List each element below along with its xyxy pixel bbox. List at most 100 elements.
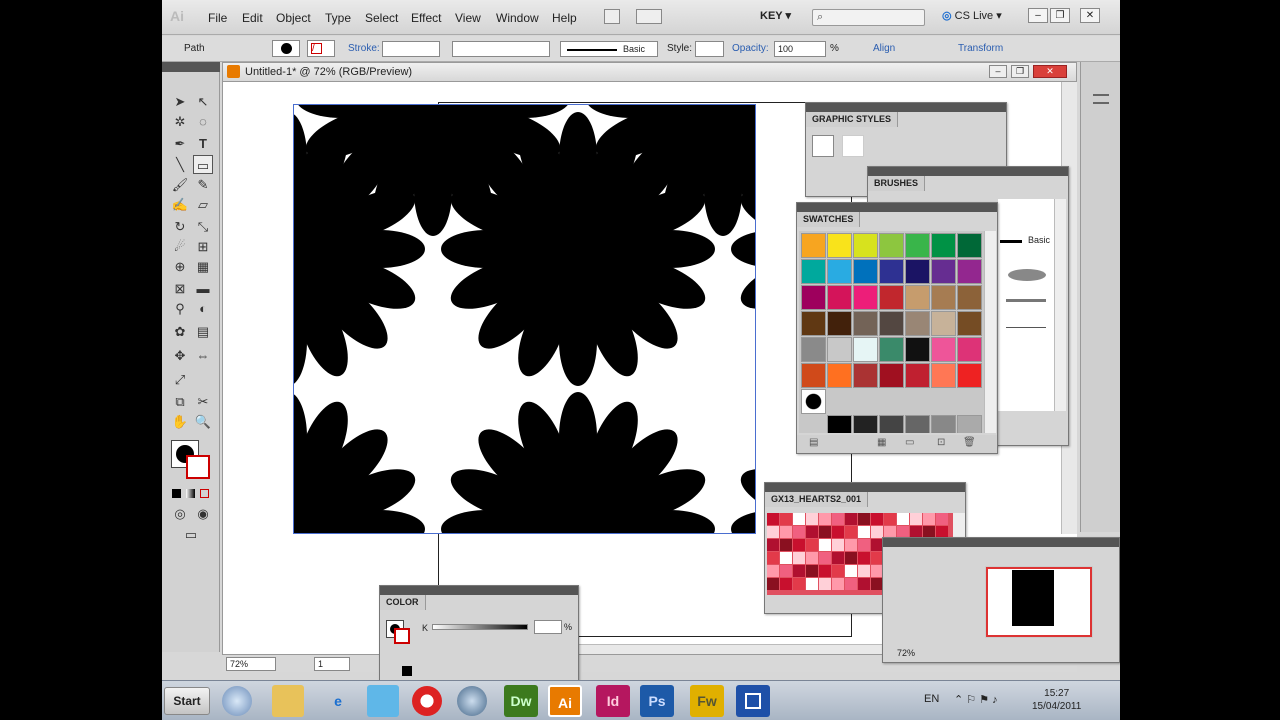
swatch[interactable] [905,285,930,310]
view-box[interactable] [986,567,1092,637]
tray-icons[interactable]: ⌃ ⚐ ⚑ ♪ [954,693,998,706]
heart-pattern-swatch[interactable] [832,513,844,525]
heart-pattern-swatch[interactable] [832,552,844,564]
gray-swatch[interactable] [853,415,878,433]
graph-tool-icon[interactable]: ▤ [193,322,213,341]
pattern-swatch[interactable] [801,337,826,362]
heart-pattern-swatch[interactable] [858,552,870,564]
heart-pattern-swatch[interactable] [767,578,779,590]
heart-pattern-swatch[interactable] [910,513,922,525]
pattern-swatch[interactable] [853,363,878,388]
heart-pattern-swatch[interactable] [871,513,883,525]
width-tool-icon[interactable]: ⤢ [170,370,190,389]
acrobat-icon[interactable] [412,686,442,716]
menu-object[interactable]: Object [276,11,311,25]
navigator-zoom[interactable]: 72% [897,648,915,658]
hearts-library-tab[interactable]: GX13_HEARTS2_001 [765,492,869,507]
swatch[interactable] [957,233,982,258]
brushes-tab[interactable]: BRUSHES [868,176,926,191]
pattern-swatch[interactable] [879,363,904,388]
swatch-grid[interactable] [799,231,984,433]
graphic-styles-tab[interactable]: GRAPHIC STYLES [806,112,899,127]
swatch[interactable] [957,285,982,310]
lasso-icon[interactable]: ◌ [193,112,213,131]
heart-pattern-swatch[interactable] [767,565,779,577]
heart-pattern-swatch[interactable] [832,565,844,577]
heart-pattern-swatch[interactable] [819,578,831,590]
swatch-libraries-icon[interactable]: ▤ [809,437,818,448]
heart-pattern-swatch[interactable] [793,552,805,564]
pattern-swatch[interactable] [957,363,982,388]
swatch[interactable] [905,259,930,284]
heart-pattern-swatch[interactable] [832,539,844,551]
swatch[interactable] [931,311,956,336]
k-value-field[interactable] [534,620,562,634]
rectangle-tool-icon[interactable]: ▭ [193,155,213,174]
color-stroke-swatch[interactable] [394,628,410,644]
brush-list[interactable]: Basic [998,199,1054,411]
scale-tool-icon[interactable]: ⤡ [193,217,213,236]
swatch[interactable] [827,311,852,336]
shape-builder-icon[interactable]: ⊕ [170,257,190,276]
menu-select[interactable]: Select [365,11,398,25]
start-button[interactable]: Start [164,687,210,715]
heart-pattern-swatch[interactable] [832,526,844,538]
zoom-tool-icon[interactable]: 🔍 [193,412,213,431]
new-swatch-icon[interactable]: ⊡ [937,437,945,448]
selection-tool-icon[interactable]: ➤ [170,92,190,111]
heart-pattern-swatch[interactable] [780,513,792,525]
heart-pattern-swatch[interactable] [806,539,818,551]
heart-pattern-swatch[interactable] [767,552,779,564]
show-kinds-icon[interactable]: ▦ [877,437,886,448]
perspective-grid-icon[interactable]: ▦ [193,257,213,276]
transform-link[interactable]: Transform [958,43,1003,54]
gradient-tool-icon[interactable]: ▬ [193,279,213,298]
heart-pattern-swatch[interactable] [819,513,831,525]
eraser-icon[interactable]: ▱ [193,195,213,214]
illustrator-icon[interactable]: Ai [548,685,582,717]
scissors-icon[interactable]: ✂ [193,392,213,411]
heart-pattern-swatch[interactable] [780,578,792,590]
navigator-preview[interactable] [985,566,1093,638]
warp-tool-icon[interactable]: ☄ [170,237,190,256]
paintbrush-icon[interactable]: 🖌 [170,175,190,194]
bridge-icon[interactable] [604,9,620,24]
pattern-swatch[interactable] [931,337,956,362]
globe-icon[interactable] [457,686,487,716]
heart-pattern-swatch[interactable] [858,526,870,538]
heart-pattern-swatch[interactable] [780,526,792,538]
crop-area-icon[interactable]: ⧉ [170,392,190,411]
heart-pattern-swatch[interactable] [845,526,857,538]
direct-selection-tool-icon[interactable]: ↖ [193,92,213,111]
pattern-swatch[interactable] [827,363,852,388]
network-icon[interactable] [367,685,399,717]
workspace-switcher[interactable]: KEY ▾ [760,9,791,22]
line-tool-icon[interactable]: ╲ [170,155,190,174]
heart-pattern-swatch[interactable] [780,565,792,577]
doc-restore-button[interactable]: ❐ [1011,65,1029,78]
swatch[interactable] [801,259,826,284]
heart-pattern-swatch[interactable] [832,578,844,590]
internet-explorer-icon[interactable]: e [322,685,354,717]
swatch[interactable] [853,311,878,336]
artboard-tool-icon[interactable]: ✥ [170,346,190,365]
heart-pattern-swatch[interactable] [845,552,857,564]
swatch[interactable] [957,259,982,284]
pattern-swatch[interactable] [905,363,930,388]
gray-swatch[interactable] [905,415,930,433]
swatch[interactable] [879,233,904,258]
draw-inside-icon[interactable]: ◉ [193,504,213,523]
swatch[interactable] [931,233,956,258]
black-swatch[interactable] [402,666,412,676]
artboard-number-field[interactable]: 1 [314,657,350,671]
swatches-scrollbar[interactable] [984,231,996,433]
swatch[interactable] [853,233,878,258]
heart-pattern-swatch[interactable] [819,526,831,538]
heart-pattern-swatch[interactable] [793,565,805,577]
zoom-field[interactable]: 72% [226,657,276,671]
screen-mode-icon[interactable]: ▭ [181,525,201,544]
heart-pattern-swatch[interactable] [767,539,779,551]
stroke-swatch[interactable]: / [307,40,335,57]
swatch[interactable] [801,285,826,310]
default-style-thumb[interactable] [812,135,834,157]
